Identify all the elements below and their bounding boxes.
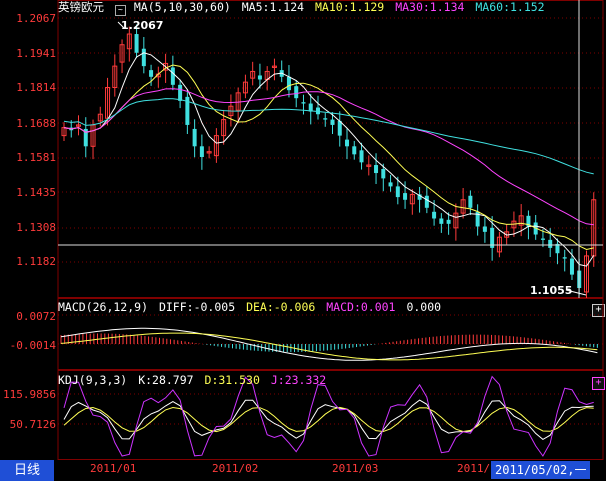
y-tick: 1.1688: [16, 117, 56, 130]
macd-value: MACD:0.001: [326, 300, 396, 314]
ma5-value: MA5:1.124: [241, 0, 305, 14]
expand-button[interactable]: +: [592, 377, 605, 390]
d-value: D:31.530: [204, 373, 260, 387]
candle-body: [286, 76, 291, 91]
ma5-line: [63, 52, 595, 267]
j-value: J:23.332: [270, 373, 327, 387]
candle-body: [345, 139, 350, 147]
candle-body: [482, 226, 487, 232]
y-tick: 50.7126: [9, 418, 56, 431]
k-line: [63, 399, 594, 441]
y-tick: 0.0072: [16, 310, 56, 323]
ma30-line: [63, 88, 594, 226]
candle-body: [178, 84, 183, 101]
macd-extra-value: 0.000: [406, 300, 442, 314]
ma60-value: MA60:1.152: [475, 0, 545, 14]
kdj-header: KDJ(9,3,3) K:28.797 D:31.530 J:23.332: [58, 373, 330, 388]
candle-body: [569, 258, 574, 275]
period-tab-daily[interactable]: 日线: [0, 460, 54, 481]
y-tick: 1.1182: [16, 255, 56, 268]
ma-label: MA(5,10,30,60): [133, 0, 231, 14]
candle-body: [192, 128, 197, 147]
price-chart[interactable]: [0, 0, 606, 298]
candle-body: [323, 118, 328, 120]
candle-body: [468, 195, 473, 208]
candle-body: [199, 146, 204, 157]
candle-body: [374, 165, 379, 174]
symbol-name: 英镑欧元: [58, 0, 104, 14]
macd-panel[interactable]: MACD(26,12,9) DIFF:-0.005 DEA:-0.006 MAC…: [0, 298, 606, 370]
candle-body: [170, 67, 175, 85]
x-tick: 2011/01: [90, 462, 137, 475]
low-price-label: 1.1055: [530, 284, 573, 297]
candle-body: [134, 34, 139, 53]
candle-body: [395, 186, 400, 198]
ma30-value: MA30:1.134: [395, 0, 465, 14]
kdj-panel[interactable]: KDJ(9,3,3) K:28.797 D:31.530 J:23.332 11…: [0, 370, 606, 460]
y-tick: 1.1308: [16, 221, 56, 234]
y-tick: 1.1814: [16, 81, 56, 94]
diff-line: [60, 327, 598, 361]
candle-body: [424, 195, 429, 208]
cursor-date-label: 2011/05/02,一: [491, 461, 591, 479]
macd-label: MACD(26,12,9): [58, 300, 149, 314]
price-header: 英镑欧元 ~ MA(5,10,30,60) MA5:1.124 MA10:1.1…: [58, 0, 549, 16]
x-tick: 2011/: [457, 462, 491, 475]
diff-value: DIFF:-0.005: [158, 300, 236, 314]
candle-body: [141, 48, 146, 67]
y-tick: 1.1941: [16, 47, 56, 60]
macd-header: MACD(26,12,9) DIFF:-0.005 DEA:-0.006 MAC…: [58, 300, 445, 315]
dea-value: DEA:-0.006: [246, 300, 316, 314]
candle-body: [149, 70, 154, 77]
price-frame: [57, 0, 604, 298]
candle-body: [562, 257, 567, 259]
candle-body: [548, 239, 553, 248]
candle-body: [388, 182, 393, 187]
candle-body: [257, 75, 262, 80]
candle-body: [352, 146, 357, 155]
y-tick: 1.1435: [16, 186, 56, 199]
y-tick: 1.1581: [16, 151, 56, 164]
candle-body: [403, 193, 408, 200]
candle-body: [359, 150, 364, 163]
candle-body: [301, 102, 306, 104]
candle-body: [330, 119, 335, 125]
y-tick: 115.9856: [3, 388, 56, 401]
y-tick: 1.2067: [16, 12, 56, 25]
high-price-label: 1.2067: [121, 19, 164, 32]
x-tick: 2011/02: [212, 462, 259, 475]
ma-icon: ~: [114, 5, 126, 16]
ma60-line: [63, 98, 594, 175]
candle-body: [540, 238, 545, 240]
kdj-label: KDJ(9,3,3): [58, 373, 128, 387]
candle-body: [439, 218, 444, 224]
candle-body: [432, 211, 437, 219]
candle-body: [446, 219, 451, 224]
y-tick: -0.0014: [9, 339, 56, 352]
ma10-value: MA10:1.129: [315, 0, 385, 14]
x-tick: 2011/03: [332, 462, 379, 475]
candle-body: [294, 86, 299, 99]
price-panel[interactable]: 英镑欧元 ~ MA(5,10,30,60) MA5:1.124 MA10:1.1…: [0, 0, 606, 317]
k-value: K:28.797: [138, 373, 194, 387]
candle-body: [381, 169, 386, 179]
